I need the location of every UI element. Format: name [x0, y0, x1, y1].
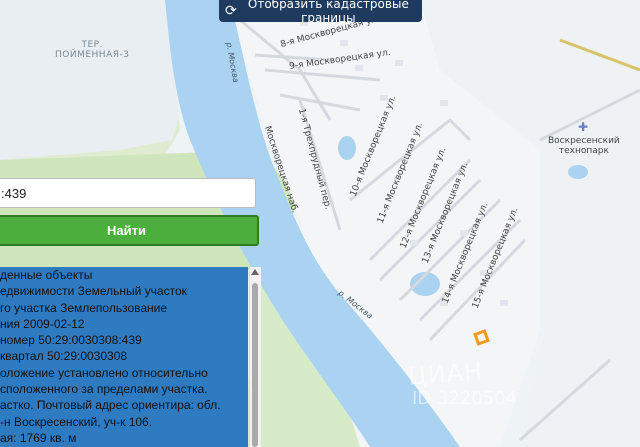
result-key: едвижимости	[0, 284, 75, 299]
result-line: сположенного за пределами участка.	[0, 381, 248, 397]
result-line: ния 2009-02-12	[0, 316, 248, 332]
scroll-up-icon[interactable]	[251, 269, 259, 275]
result-value: Землепользование	[56, 300, 168, 315]
result-line: квартал 50:29:0030308	[0, 348, 248, 364]
watermark: ЦИАН	[407, 357, 484, 391]
result-key: -н Воскресенский, уч-к 106.	[0, 414, 153, 429]
result-line: -н Воскресенский, уч-к 106.	[0, 414, 248, 430]
result-key: го участка	[0, 300, 57, 315]
show-cadastral-button[interactable]: ⟳ Отобразить кадастровые границы	[219, 0, 422, 25]
result-scrollbar[interactable]	[249, 267, 261, 447]
result-line: номер 50:29:0030308:439	[0, 332, 248, 348]
result-key: ая: 1769 кв. м	[0, 430, 77, 445]
result-lines: денные объекты едвижимости Земельный учас…	[0, 267, 248, 446]
show-cadastral-label: Отобразить кадастровые границы	[247, 0, 409, 25]
scroll-thumb[interactable]	[252, 283, 258, 447]
result-line: астко. Почтовый адрес ориентира: обл.	[0, 397, 248, 413]
result-line: денные объекты	[0, 267, 248, 283]
result-line: ая: 1769 кв. м	[0, 430, 248, 446]
result-key: денные объекты	[0, 268, 93, 282]
search-input[interactable]	[0, 178, 256, 208]
result-key: ния	[0, 316, 20, 331]
result-key: астко. Почтовый адрес ориентира: обл.	[0, 398, 221, 413]
result-key: номер	[0, 333, 35, 348]
result-key: оложение установлено относительно	[0, 365, 208, 380]
result-value: 50:29:0030308	[43, 349, 128, 364]
result-panel: денные объекты едвижимости Земельный учас…	[0, 267, 248, 447]
result-line: оложение установлено относительно	[0, 365, 248, 381]
result-key: сположенного за пределами участка.	[0, 382, 208, 397]
result-key: квартал	[0, 349, 44, 364]
watermark-id: ID 3220504	[412, 388, 518, 409]
find-button[interactable]: Найти	[0, 215, 259, 246]
result-line: едвижимости Земельный участок	[0, 283, 248, 299]
result-value: 50:29:0030308:439	[34, 333, 142, 348]
result-line: го участка Землепользование	[0, 300, 248, 316]
result-value: Земельный участок	[74, 284, 187, 299]
result-value: 2009-02-12	[19, 316, 85, 331]
refresh-icon: ⟳	[225, 3, 237, 19]
